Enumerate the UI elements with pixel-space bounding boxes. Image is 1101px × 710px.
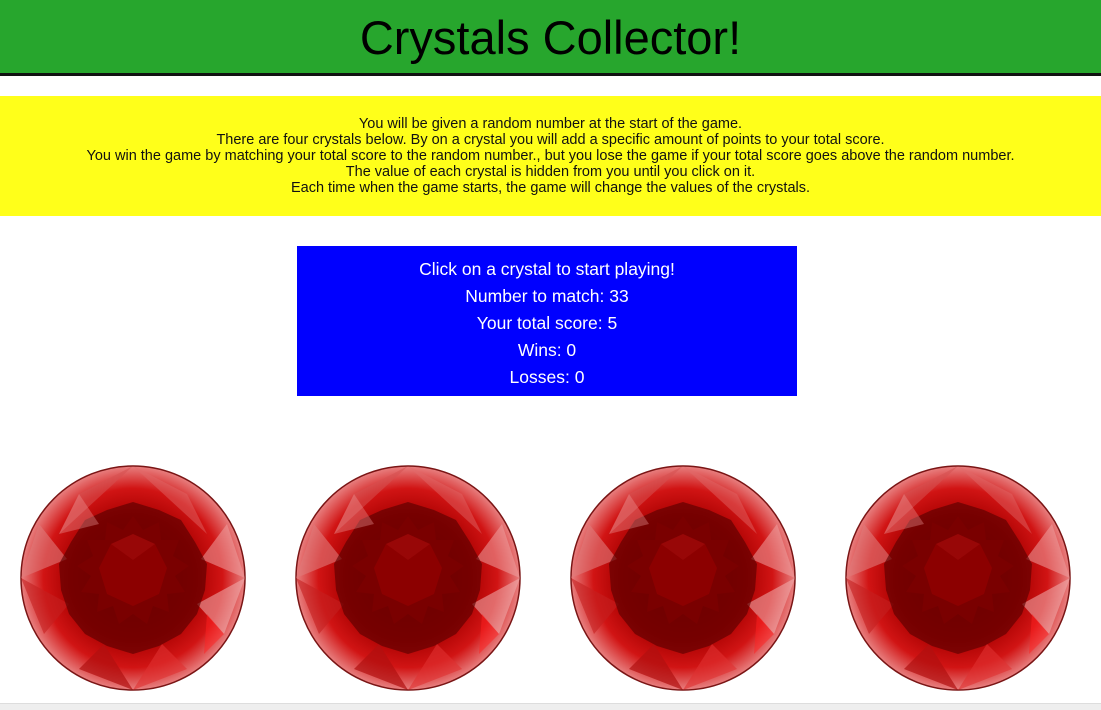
instruction-line: There are four crystals below. By on a c… [216,132,885,148]
instructions-panel: You will be given a random number at the… [0,96,1101,216]
instruction-line: Each time when the game starts, the game… [290,180,811,196]
page-title: Crystals Collector! [359,11,742,64]
instruction-line: You will be given a random number at the… [358,116,743,132]
crystal-button-2[interactable] [294,464,522,692]
red-crystal-icon [570,465,796,691]
red-crystal-icon [845,465,1071,691]
losses-count: Losses: 0 [509,367,585,387]
crystal-button-4[interactable] [844,464,1072,692]
crystal-row [0,464,1101,694]
instruction-line: You win the game by matching your total … [86,148,1015,164]
instruction-line: The value of each crystal is hidden from… [345,164,756,180]
crystal-button-3[interactable] [569,464,797,692]
scoreboard-panel: Click on a crystal to start playing! Num… [297,246,797,396]
crystal-button-1[interactable] [19,464,247,692]
page-header: Crystals Collector! [0,0,1101,76]
wins-count: Wins: 0 [517,340,577,360]
target-number: Number to match: 33 [465,286,629,306]
start-prompt: Click on a crystal to start playing! [419,259,675,279]
total-score: Your total score: 5 [476,313,618,333]
red-crystal-icon [295,465,521,691]
red-crystal-icon [20,465,246,691]
